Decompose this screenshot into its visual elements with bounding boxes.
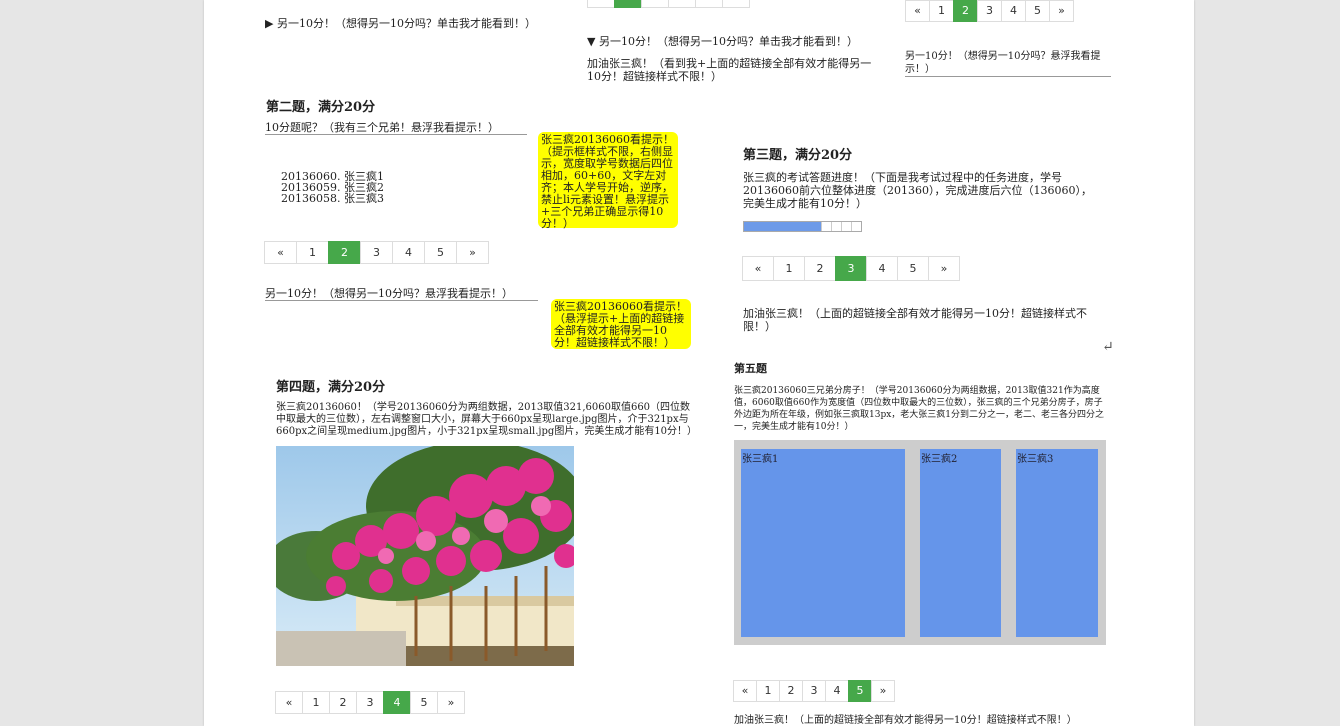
enter-symbol-icon: ↵: [1102, 339, 1114, 355]
page-button[interactable]: 1: [756, 680, 780, 702]
q2-brother-list: 20136060. 张三疯1 20136059. 张三疯2 20136058. …: [281, 171, 384, 204]
prev-page-button[interactable]: «: [742, 256, 774, 281]
page-button[interactable]: [695, 0, 723, 8]
page-button[interactable]: 5: [410, 691, 438, 714]
q2-pagination: «1 2 3 4 5»: [264, 241, 489, 264]
page-button[interactable]: 4: [392, 241, 425, 264]
q4-title: 第四题，满分20分: [276, 380, 386, 395]
prev-page-button[interactable]: «: [264, 241, 297, 264]
room-brother-1: 张三疯1: [741, 449, 905, 637]
q5-description: 张三疯20136060三兄弟分房子！（学号20136060分为两组数据，2013…: [734, 386, 1105, 432]
progress-cell: [841, 222, 851, 231]
page-button[interactable]: 3: [977, 0, 1002, 22]
prev-page-button[interactable]: «: [275, 691, 303, 714]
q2-hover-link[interactable]: 10分题呢？（我有三个兄弟！悬浮我看提示！）: [265, 121, 527, 135]
page-button[interactable]: 5: [897, 256, 929, 281]
list-item: 20136058. 张三疯3: [281, 192, 384, 205]
page-button[interactable]: 2: [804, 256, 836, 281]
room-brother-3: 张三疯3: [1016, 449, 1098, 637]
q3-title: 第三题，满分20分: [743, 148, 853, 163]
next-page-button[interactable]: »: [456, 241, 489, 264]
bougainvillea-image: [276, 446, 574, 666]
q2-title: 第二题，满分20分: [266, 100, 376, 115]
q2-extra-tooltip: 张三疯20136060看提示！（悬浮提示+上面的超链接全部有效才能得另一10分！…: [551, 299, 691, 349]
q5-footer: 加油张三疯！（上面的超链接全部有效才能得另一10分！超链接样式不限！）: [734, 715, 1077, 726]
q2-extra-link[interactable]: 另一10分！（想得另一10分吗？悬浮我看提示！）: [265, 287, 538, 301]
page-button[interactable]: 1: [296, 241, 329, 264]
page-button[interactable]: [722, 0, 750, 8]
progress-cell: [821, 222, 831, 231]
page-button[interactable]: 2: [328, 241, 361, 264]
progress-cell: [831, 222, 841, 231]
q2-tooltip: 张三疯20136060看提示！（提示框样式不限，右侧显示，宽度取学号数据后四位相…: [538, 132, 678, 230]
next-page-button[interactable]: »: [1049, 0, 1074, 22]
details-open-body: 加油张三疯！（看到我+上面的超链接全部有效才能得另一10分！超链接样式不限！）: [587, 57, 872, 83]
page-button[interactable]: 5: [1025, 0, 1050, 22]
details-open-summary[interactable]: ▼ 另一10分！（想得另一10分吗？单击我才能看到！）: [587, 35, 887, 48]
q3-description: 张三疯的考试答题进度！（下面是我考试过程中的任务进度，学号20136060前六位…: [743, 171, 1092, 210]
page-button[interactable]: 4: [1001, 0, 1026, 22]
page-button[interactable]: 4: [383, 691, 411, 714]
q4-description: 张三疯20136060！（学号20136060分为两组数据，2013取值321,…: [276, 402, 698, 437]
prev-page-button[interactable]: «: [905, 0, 930, 22]
q4-pagination: «1 2 3 4 5»: [275, 691, 465, 714]
page-button[interactable]: 5: [848, 680, 872, 702]
page-button[interactable]: [641, 0, 669, 8]
page-button[interactable]: [668, 0, 696, 8]
page-button[interactable]: 1: [302, 691, 330, 714]
pagination-top-right: «1 2 3 4 5»: [905, 0, 1074, 22]
top-right-hover-link[interactable]: 另一10分！（想得另一10分吗？悬浮我看提示！）: [905, 50, 1111, 77]
page-button[interactable]: 2: [329, 691, 357, 714]
progress-cell: [851, 222, 861, 231]
next-page-button[interactable]: »: [871, 680, 895, 702]
pagination-top-partial: [587, 0, 750, 8]
page-button[interactable]: 5: [424, 241, 457, 264]
q3-footer: 加油张三疯！（上面的超链接全部有效才能得另一10分！超链接样式不限！）: [743, 307, 1087, 333]
page-button[interactable]: 4: [866, 256, 898, 281]
page-button[interactable]: 3: [360, 241, 393, 264]
q3-progress-bar: [743, 221, 862, 232]
next-page-button[interactable]: »: [437, 691, 465, 714]
page-button[interactable]: 2: [779, 680, 803, 702]
next-page-button[interactable]: »: [928, 256, 960, 281]
q5-title: 第五题: [734, 362, 767, 375]
details-closed-summary[interactable]: ▶ 另一10分！（想得另一10分吗？单击我才能看到！）: [265, 17, 565, 30]
progress-fill: [744, 222, 822, 231]
room-brother-2: 张三疯2: [920, 449, 1001, 637]
q5-pagination: «1 2 3 4 5»: [733, 680, 895, 702]
page-button[interactable]: 1: [929, 0, 954, 22]
page-button[interactable]: 3: [835, 256, 867, 281]
page-button[interactable]: [614, 0, 642, 8]
page-button[interactable]: 1: [773, 256, 805, 281]
page-button[interactable]: 3: [356, 691, 384, 714]
page-button[interactable]: [587, 0, 615, 8]
q5-house: 张三疯1 张三疯2 张三疯3: [734, 440, 1106, 645]
page-button[interactable]: 2: [953, 0, 978, 22]
page-button[interactable]: 3: [802, 680, 826, 702]
page-button[interactable]: 4: [825, 680, 849, 702]
bougainvillea-photo: [276, 446, 574, 666]
prev-page-button[interactable]: «: [733, 680, 757, 702]
q3-pagination: «1 2 3 4 5»: [742, 256, 960, 281]
